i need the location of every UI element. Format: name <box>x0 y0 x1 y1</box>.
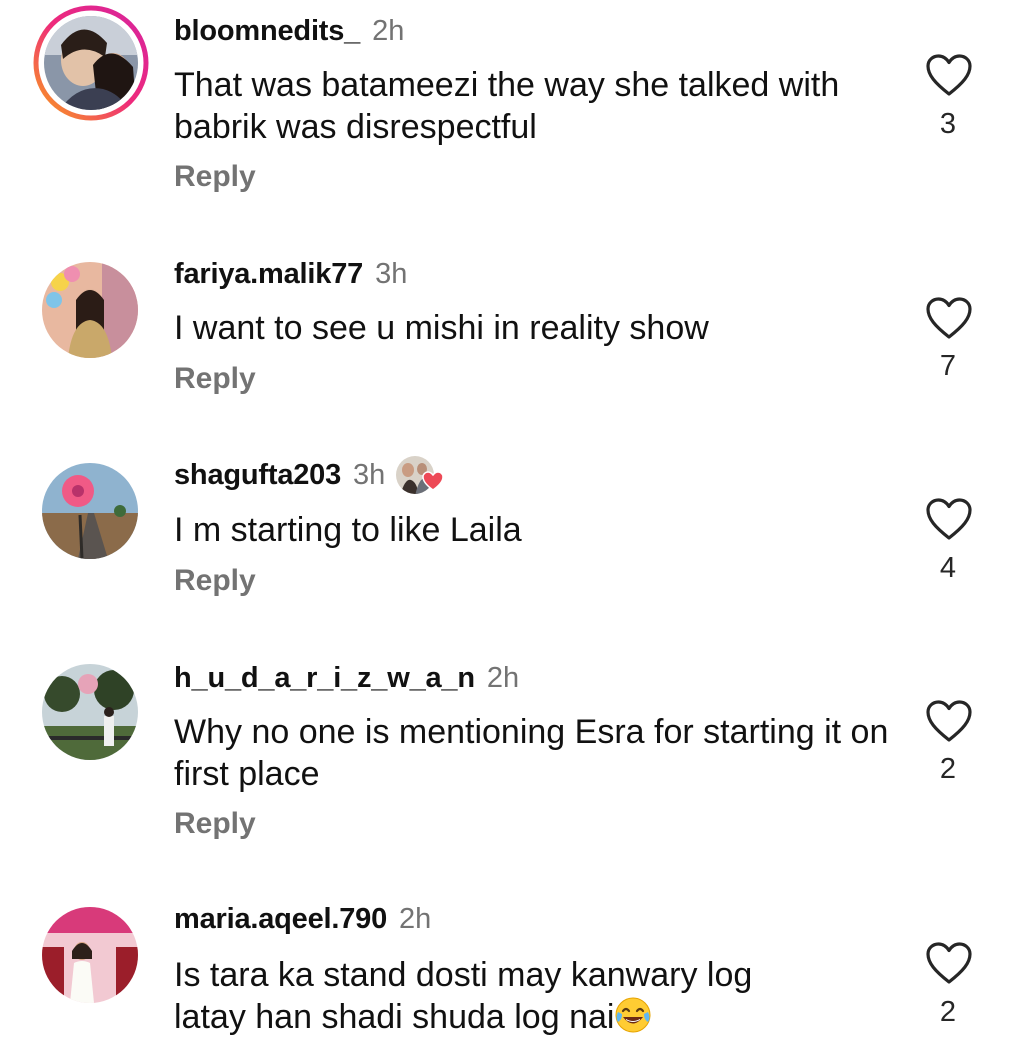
avatar[interactable] <box>33 5 149 121</box>
like-count: 7 <box>939 350 957 382</box>
comment-text-line2: latay han shadi shuda log nai <box>174 998 615 1036</box>
profile-photo-couple <box>33 5 149 121</box>
profile-photo-park-trees <box>42 664 138 760</box>
timestamp: 2h <box>399 902 432 935</box>
reply-button[interactable]: Reply <box>174 807 256 841</box>
username[interactable]: bloomnedits_ <box>174 15 360 48</box>
avatar[interactable] <box>42 664 138 760</box>
creator-avatar-icon <box>396 456 445 494</box>
like-count: 2 <box>939 996 957 1028</box>
avatar[interactable] <box>42 463 138 559</box>
username[interactable]: maria.aqeel.790 <box>174 903 387 936</box>
like-count: 4 <box>939 552 957 584</box>
timestamp: 3h <box>353 458 386 491</box>
username[interactable]: h_u_d_a_r_i_z_w_a_n <box>174 662 475 695</box>
avatar[interactable] <box>42 907 138 1003</box>
heart-icon[interactable] <box>925 941 973 985</box>
timestamp: 3h <box>375 257 408 290</box>
username-line: bloomnedits_ 2h <box>174 11 404 51</box>
comment-text: I want to see u mishi in reality show <box>174 309 709 347</box>
like-count: 3 <box>939 108 957 140</box>
reply-button[interactable]: Reply <box>174 362 256 396</box>
username[interactable]: shagufta203 <box>174 459 341 492</box>
timestamp: 2h <box>372 14 405 47</box>
username-line: h_u_d_a_r_i_z_w_a_n 2h <box>174 658 519 698</box>
comment-text: I m starting to like Laila <box>174 511 522 549</box>
laughing-tears-emoji-icon <box>615 997 651 1033</box>
reply-button[interactable]: Reply <box>174 564 256 598</box>
comment-text-line1: Is tara ka stand dosti may kanwary log <box>174 956 753 994</box>
comment-text: Is tara ka stand dosti may kanwary log l… <box>174 954 894 1038</box>
reply-button[interactable]: Reply <box>174 160 256 194</box>
username-line: fariya.malik77 3h <box>174 254 407 294</box>
profile-photo-pink-flower-road <box>42 463 138 559</box>
creator-heart-reaction-icon <box>395 454 445 496</box>
username-line: shagufta203 3h <box>174 454 445 496</box>
profile-photo-woman-balloons <box>42 262 138 358</box>
username[interactable]: fariya.malik77 <box>174 258 363 291</box>
timestamp: 2h <box>486 661 520 694</box>
avatar[interactable] <box>42 262 138 358</box>
profile-photo-child-pink <box>42 907 138 1003</box>
heart-icon[interactable] <box>925 296 973 340</box>
heart-icon[interactable] <box>925 497 973 541</box>
username-line: maria.aqeel.790 2h <box>174 899 431 939</box>
comment-text: Why no one is mentioning Esra for starti… <box>174 713 889 793</box>
like-count: 2 <box>939 753 957 785</box>
heart-icon[interactable] <box>925 699 973 743</box>
heart-icon[interactable] <box>925 53 973 97</box>
comment-text: That was batameezi the way she talked wi… <box>174 66 840 146</box>
